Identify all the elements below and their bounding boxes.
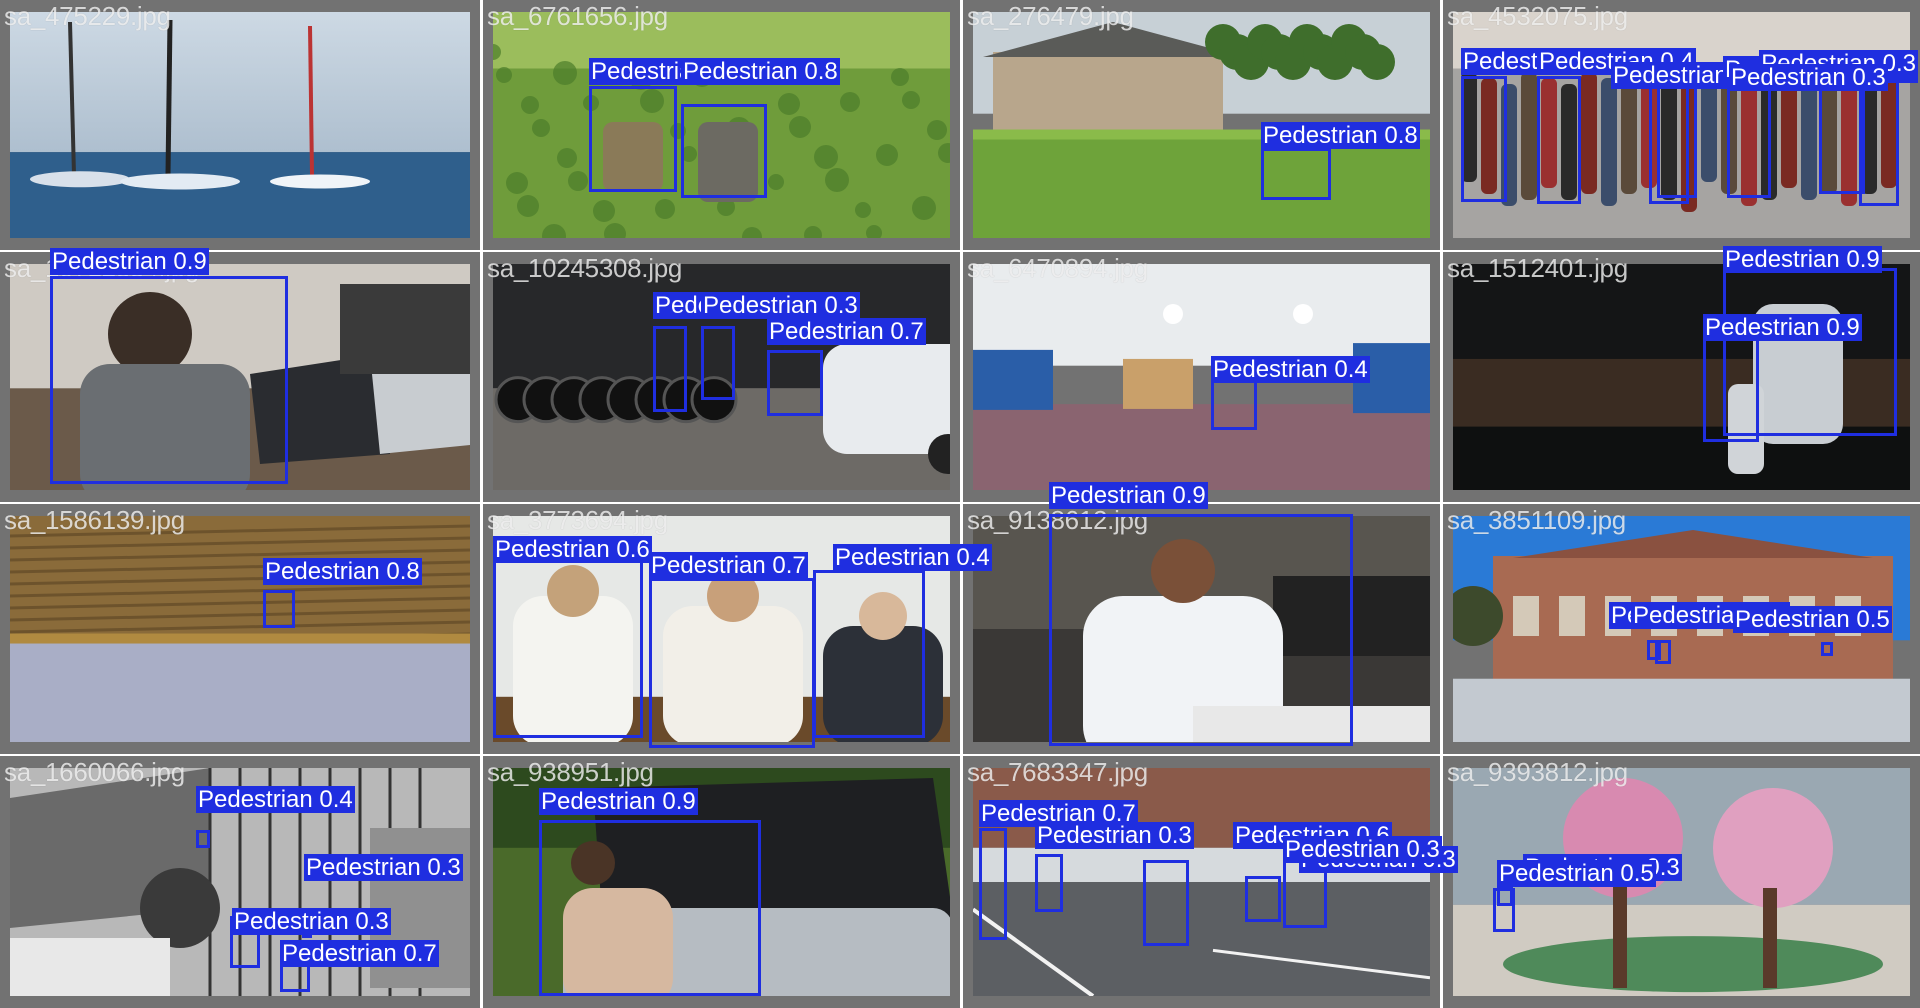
detection-label: Pedestrian 0.4 bbox=[1211, 356, 1370, 383]
detection-box bbox=[196, 830, 210, 848]
tile-filename: sa_475229.jpg bbox=[4, 1, 171, 31]
mosaic-tile: sa_1660066.jpg Pedestrian 0.4 Pedestrian 0… bbox=[0, 756, 480, 1008]
tile-filename: sa_7683347.jpg bbox=[967, 757, 1148, 787]
detection-label: Pedestrian 0.7 bbox=[649, 552, 808, 579]
tile-photo-flooded-paddy bbox=[10, 516, 470, 742]
detection-label: Pedestrian 0.8 bbox=[1261, 122, 1420, 149]
tile-filename: sa_276479.jpg bbox=[967, 1, 1134, 31]
detection-label: Pedestrian 0.9 bbox=[1049, 482, 1208, 509]
mosaic-tile: sa_10245308.jpg Pedestrian 0.3 Pedestrian … bbox=[483, 252, 960, 502]
detection-label: Pedestrian 0.6 bbox=[493, 536, 652, 563]
tile-filename: sa_1512401.jpg bbox=[1447, 253, 1628, 283]
tile-filename: sa_1660066.jpg bbox=[4, 757, 185, 787]
detection-box bbox=[1461, 76, 1507, 202]
detection-box bbox=[653, 326, 687, 412]
mosaic-tile: sa_1512401.jpg Pedestrian 0.9 Pedestrian 0… bbox=[1443, 246, 1920, 502]
mosaic-tile: sa_276479.jpg Pedestrian 0.8 bbox=[963, 0, 1440, 250]
mosaic-tile: sa_10712854.jpgPedestrian 0.9 bbox=[0, 248, 480, 502]
detection-box bbox=[1657, 80, 1697, 198]
tile-filename: sa_9393812.jpg bbox=[1447, 757, 1628, 787]
detection-label: Pedestrian 0.4 bbox=[833, 544, 992, 571]
detection-box bbox=[813, 570, 925, 738]
detection-box bbox=[50, 276, 288, 484]
detection-label: Pedestrian 0.8 bbox=[681, 58, 840, 85]
detection-box bbox=[1821, 642, 1833, 656]
tile-filename: sa_938951.jpg bbox=[487, 757, 654, 787]
tile-filename: sa_1586139.jpg bbox=[4, 505, 185, 535]
mosaic-tile: sa_938951.jpg Pedestrian 0.9 bbox=[483, 756, 960, 1008]
tile-filename: sa_6761656.jpg bbox=[487, 1, 668, 31]
detection-box bbox=[1703, 338, 1759, 442]
detection-box bbox=[493, 560, 643, 738]
detection-label: Pedestrian 0.7 bbox=[280, 940, 439, 967]
detection-box bbox=[589, 86, 677, 192]
detection-label: Pedestrian 0.9 bbox=[1703, 314, 1862, 341]
detection-label: Pedestrian 0.5 bbox=[1497, 860, 1656, 887]
detection-box bbox=[1859, 80, 1899, 206]
detection-box bbox=[1727, 80, 1771, 198]
mosaic-tile: sa_3773694.jpg Pedestrian 0.6 Pedestrian 0… bbox=[483, 504, 992, 754]
mosaic-tile: sa_1586139.jpg Pedestrian 0.8 bbox=[0, 504, 480, 754]
detection-label: Pedestrian 0.5 bbox=[1733, 606, 1892, 633]
detection-mosaic: sa_475229.jpg sa_6761656.jpg Pedestrian 0… bbox=[0, 0, 1920, 1008]
mosaic-tile: sa_6470894.jpg Pedestrian 0.4 bbox=[963, 252, 1440, 502]
mosaic-tile: sa_7683347.jpg Pedestrian 0.7 Pedestrian 0… bbox=[963, 756, 1458, 1008]
mosaic-tile: sa_6761656.jpg Pedestrian 0.9 Pedestrian 0… bbox=[483, 0, 960, 250]
tile-photo-sailboats-on-sea bbox=[10, 12, 470, 238]
detection-label: Pedestrian 0.3 bbox=[1729, 64, 1888, 91]
tile-filename: sa_4532075.jpg bbox=[1447, 1, 1628, 31]
detection-label: Pedestrian 0.7 bbox=[767, 318, 926, 345]
detection-box bbox=[1497, 886, 1513, 906]
detection-box bbox=[1537, 76, 1581, 204]
tile-filename: sa_6470894.jpg bbox=[967, 253, 1148, 283]
detection-label: Pedestrian 0.3 bbox=[701, 292, 860, 319]
detection-box bbox=[1035, 854, 1063, 912]
tile-filename: sa_3773694.jpg bbox=[487, 505, 668, 535]
detection-box bbox=[1655, 640, 1671, 664]
detection-box bbox=[1049, 514, 1353, 746]
detection-label: Pedestrian 0.3 bbox=[232, 908, 391, 935]
detection-box bbox=[701, 326, 735, 400]
mosaic-tile: sa_475229.jpg bbox=[0, 0, 480, 250]
detection-box bbox=[1245, 876, 1281, 922]
detection-label: Pedestrian 0.9 bbox=[539, 788, 698, 815]
mosaic-tile: sa_4532075.jpgPedestrian 0.4Pedestrian 0… bbox=[1443, 0, 1920, 250]
tile-filename: sa_3851109.jpg bbox=[1447, 505, 1626, 535]
mosaic-tile: sa_9393812.jpgPedestrian 0.3Pedestrian 0… bbox=[1443, 756, 1920, 1008]
detection-label: Pedestrian 0.3 bbox=[1035, 822, 1194, 849]
detection-box bbox=[979, 828, 1007, 940]
mosaic-tile: sa_9138612.jpg Pedestrian 0.9 bbox=[963, 482, 1440, 754]
detection-label: Pedestrian 0.3 bbox=[304, 854, 463, 881]
detection-box bbox=[1261, 148, 1331, 200]
detection-box bbox=[539, 820, 761, 996]
detection-box bbox=[1211, 380, 1257, 430]
detection-label: Pedestrian 0.9 bbox=[1723, 246, 1882, 273]
detection-box bbox=[767, 350, 823, 416]
detection-label: Pedestrian 0.9 bbox=[50, 248, 209, 275]
detection-label: Pedestrian 0.3 bbox=[1283, 836, 1442, 863]
tile-filename: sa_10245308.jpg bbox=[487, 253, 683, 283]
detection-box bbox=[1143, 860, 1189, 946]
detection-box bbox=[681, 104, 767, 198]
mosaic-tile: sa_3851109.jpg Pedestrian 0.3 Pedestrian 0… bbox=[1443, 504, 1920, 754]
detection-label: Pedestrian 0.4 bbox=[196, 786, 355, 813]
detection-box bbox=[649, 578, 815, 748]
detection-box bbox=[263, 590, 295, 628]
detection-label: Pedestrian 0.8 bbox=[263, 558, 422, 585]
